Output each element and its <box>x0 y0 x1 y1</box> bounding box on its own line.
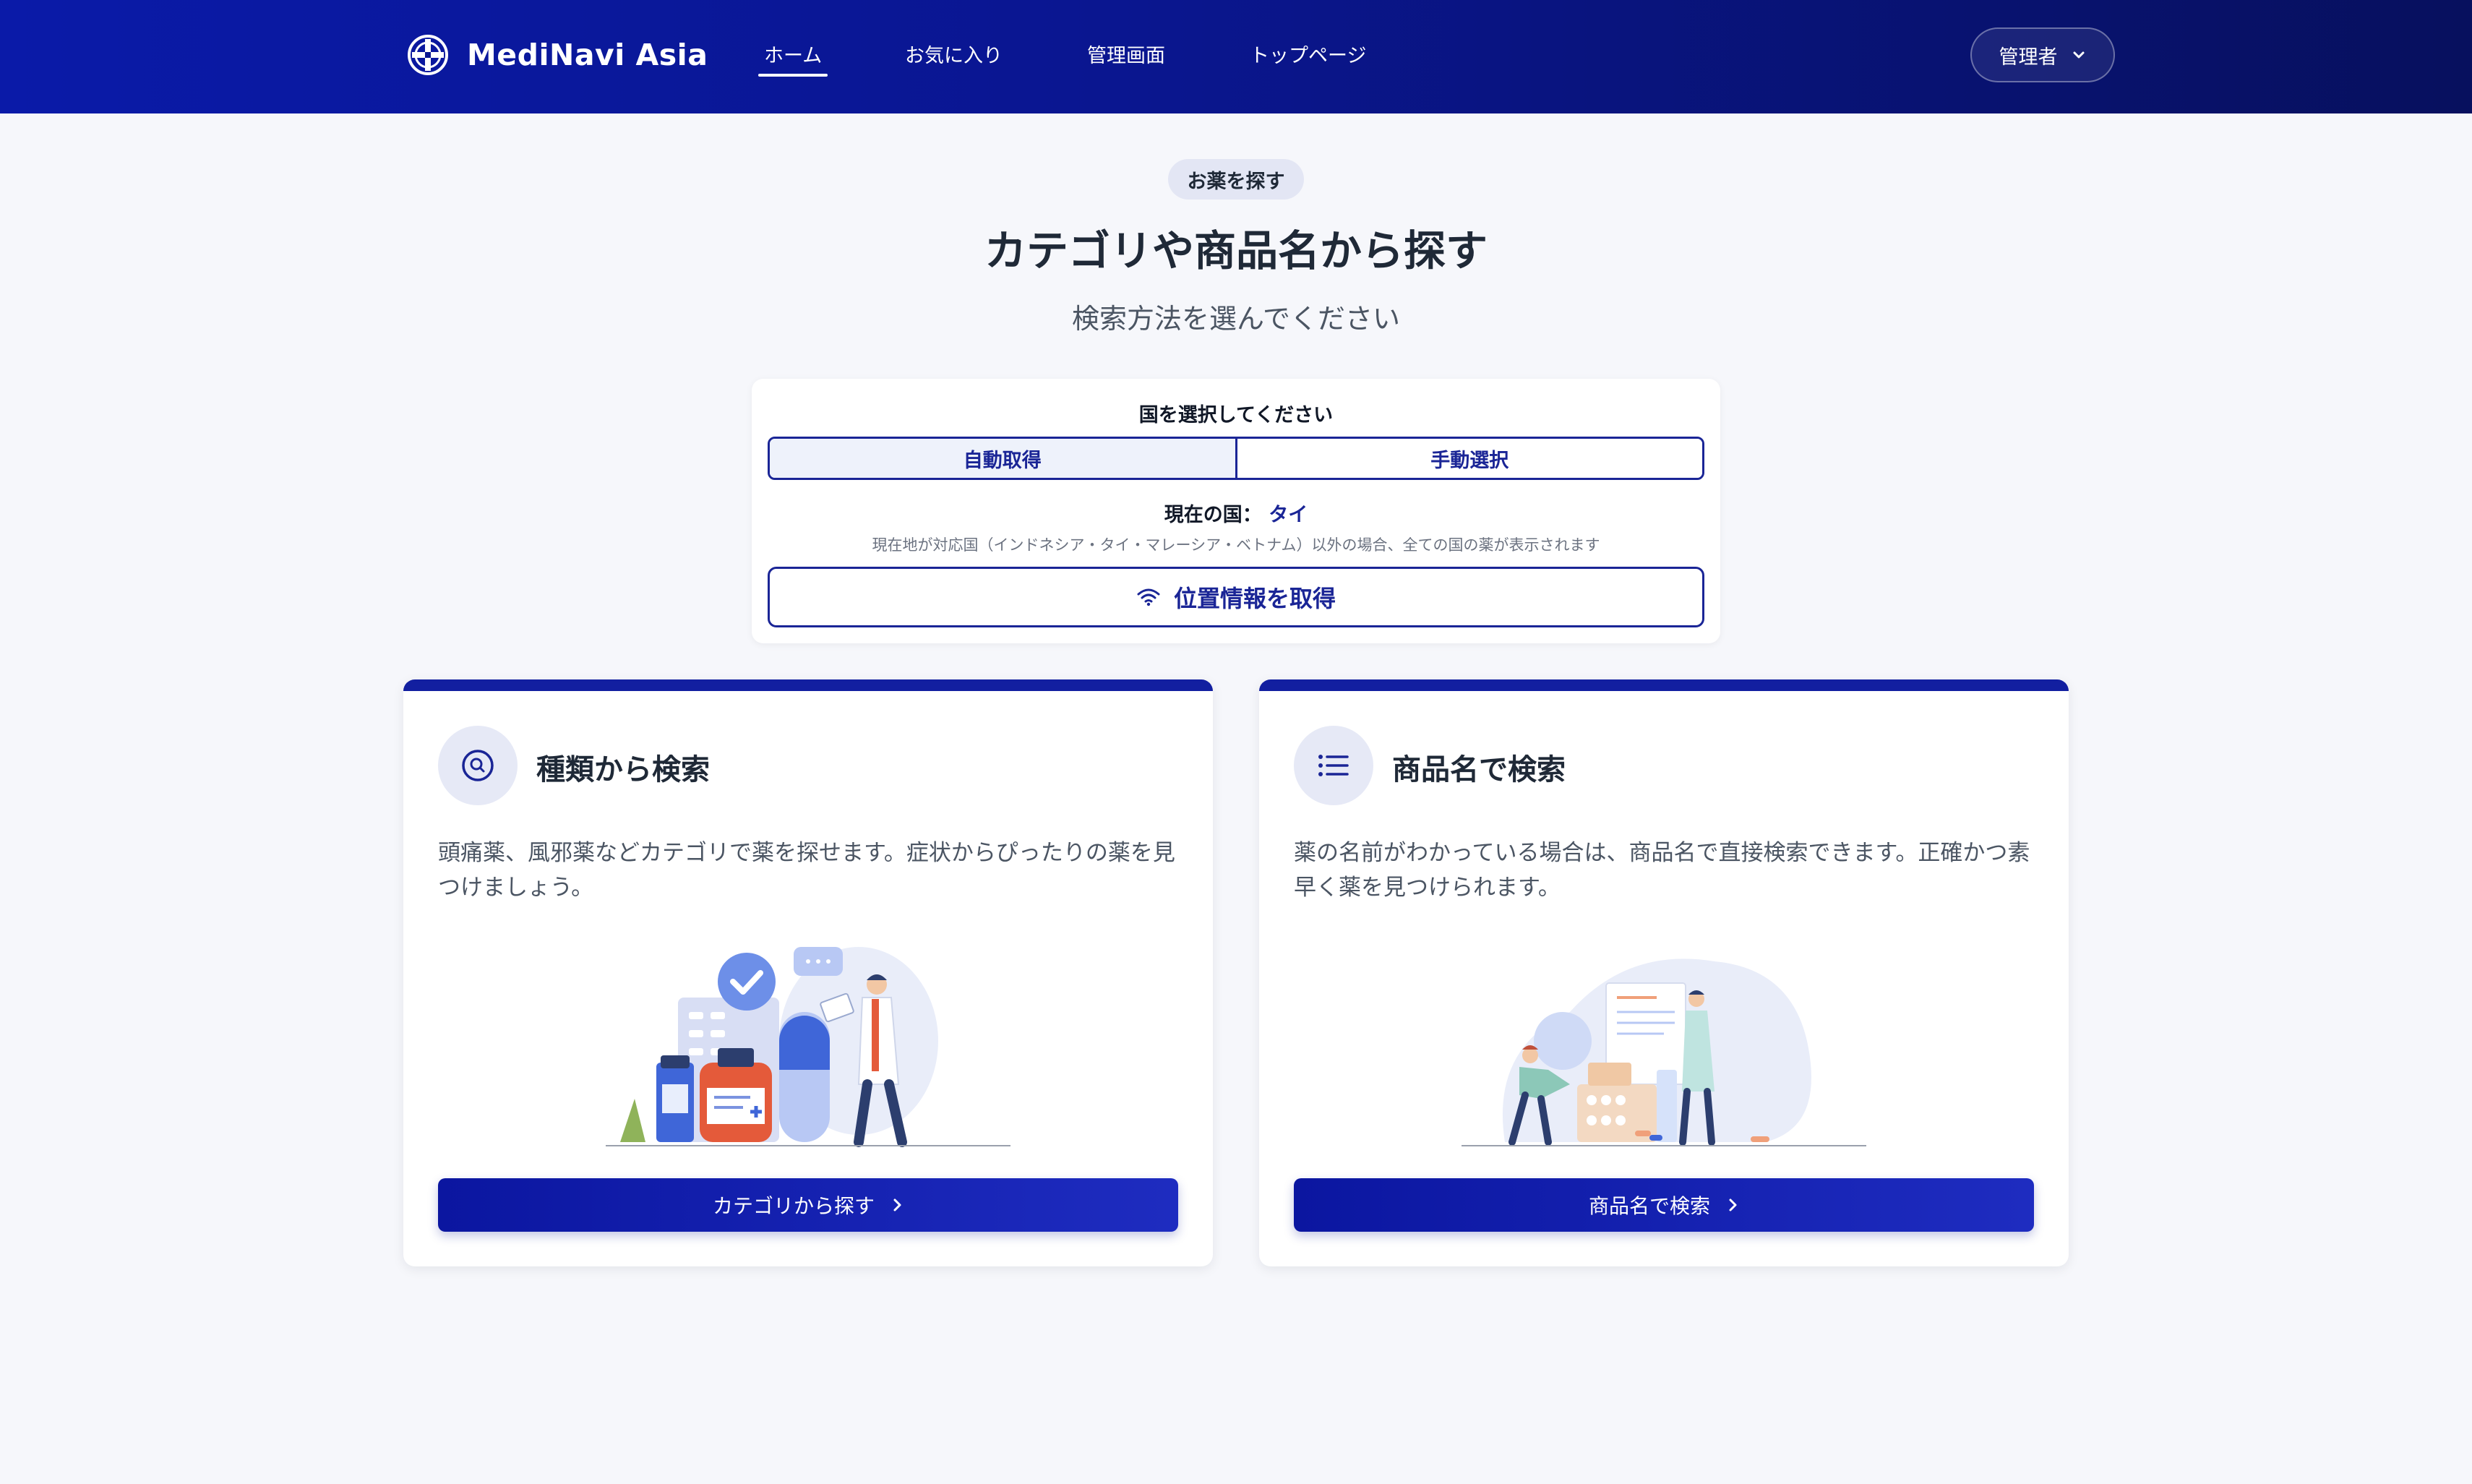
country-note: 現在地が対応国（インドネシア・タイ・マレーシア・ベトナム）以外の場合、全ての国の… <box>872 536 1600 554</box>
get-location-button[interactable]: 位置情報を取得 <box>768 567 1704 627</box>
search-icon <box>462 750 494 781</box>
card-title: 商品名で検索 <box>1392 753 1566 786</box>
page-subtitle: 検索方法を選んでください <box>1071 303 1401 335</box>
brand-name: MediNavi Asia <box>467 38 708 72</box>
pharmacists-illustration <box>1462 958 1866 1146</box>
section-pill: お薬を探す <box>1168 159 1304 200</box>
auto-detect-tab[interactable]: 自動取得 <box>770 439 1235 478</box>
chevron-down-icon <box>2073 51 2084 59</box>
medical-cross-logo-icon <box>408 35 448 75</box>
card-description: 薬の名前がわかっている場合は、商品名で直接検索できます。正確かつ素早く薬を見つけ… <box>1294 840 2030 901</box>
country-select-label: 国を選択してください <box>1138 404 1334 426</box>
card-title: 種類から検索 <box>536 753 710 786</box>
current-country-label: 現在の国： <box>1164 504 1262 526</box>
page-title: カテゴリや商品名から探す <box>984 226 1488 275</box>
get-location-label: 位置情報を取得 <box>1173 585 1336 612</box>
category-search-button-label: カテゴリから探す <box>712 1194 875 1218</box>
card-icon-badge <box>438 726 518 805</box>
nav-home[interactable]: ホーム <box>758 36 828 77</box>
chevron-right-icon <box>1729 1198 1737 1211</box>
admin-label: 管理者 <box>1999 46 2058 69</box>
category-search-button[interactable]: カテゴリから探す <box>438 1178 1178 1232</box>
list-icon <box>1318 755 1349 776</box>
product-name-search-card: 商品名で検索 薬の名前がわかっている場合は、商品名で直接検索できます。正確かつ素… <box>1259 679 2069 1266</box>
current-country-value: タイ <box>1269 504 1308 526</box>
manual-select-tab[interactable]: 手動選択 <box>1235 439 1702 478</box>
country-selector-panel: 国を選択してください 自動取得 手動選択 現在の国： タイ 現在地が対応国（イン… <box>752 379 1720 643</box>
product-name-search-button[interactable]: 商品名で検索 <box>1294 1178 2034 1232</box>
nav-favorites[interactable]: お気に入り <box>905 36 1003 77</box>
country-mode-toggle: 自動取得 手動選択 <box>768 437 1704 480</box>
chevron-right-icon <box>893 1198 901 1211</box>
nav-admin[interactable]: 管理画面 <box>1087 36 1165 77</box>
current-country: 現在の国： タイ <box>752 499 1720 527</box>
card-description: 頭痛薬、風邪薬などカテゴリで薬を探せます。症状からぴったりの薬を見つけましょう。 <box>438 840 1175 901</box>
card-icon-badge <box>1294 726 1373 805</box>
brand[interactable]: MediNavi Asia <box>406 32 708 78</box>
nav-top-page[interactable]: トップページ <box>1250 36 1366 77</box>
product-name-search-button-label: 商品名で検索 <box>1588 1194 1710 1218</box>
wifi-icon <box>1137 588 1160 606</box>
admin-menu-button[interactable]: 管理者 <box>1970 27 2115 82</box>
top-header: MediNavi Asia ホーム お気に入り 管理画面 トップページ 管理者 <box>0 0 2472 113</box>
card-accent-bar <box>403 679 1213 691</box>
medicine-bottles-illustration <box>606 947 1010 1147</box>
card-accent-bar <box>1259 679 2069 691</box>
category-search-card: 種類から検索 頭痛薬、風邪薬などカテゴリで薬を探せます。症状からぴったりの薬を見… <box>403 679 1213 1266</box>
